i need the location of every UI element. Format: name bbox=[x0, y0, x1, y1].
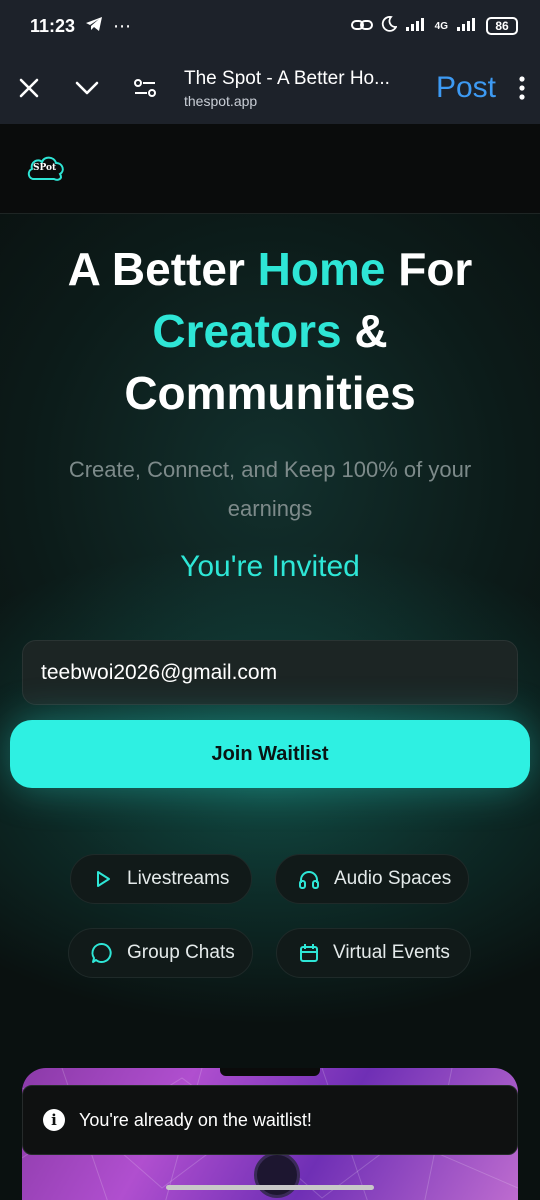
join-waitlist-button[interactable]: Join Waitlist bbox=[10, 720, 530, 788]
toast-message: You're already on the waitlist! bbox=[79, 1109, 312, 1130]
preview-avatar bbox=[254, 1152, 300, 1198]
feature-label: Virtual Events bbox=[333, 942, 450, 963]
tune-icon bbox=[134, 79, 156, 97]
headline-text: For bbox=[385, 243, 473, 295]
close-button[interactable] bbox=[0, 58, 58, 118]
battery-indicator: 86 bbox=[486, 17, 518, 35]
feature-audio-spaces[interactable]: Audio Spaces bbox=[275, 854, 469, 904]
hero-headline: A Better Home For Creators & Communities bbox=[20, 238, 520, 424]
site-settings-button[interactable] bbox=[116, 58, 174, 118]
moon-icon bbox=[381, 15, 398, 37]
link-icon bbox=[350, 16, 373, 37]
page-title: The Spot - A Better Ho... bbox=[184, 67, 390, 89]
chevron-down-icon bbox=[75, 81, 99, 95]
headline-accent: Creators bbox=[152, 305, 342, 357]
feature-label: Group Chats bbox=[127, 942, 235, 963]
play-icon bbox=[97, 871, 110, 887]
feature-group-chats[interactable]: Group Chats bbox=[68, 928, 253, 978]
logo-text: SPot bbox=[33, 162, 57, 173]
feature-livestreams[interactable]: Livestreams bbox=[70, 854, 252, 904]
headline-text: A Better bbox=[67, 243, 258, 295]
feature-label: Livestreams bbox=[127, 868, 230, 889]
hero-section: A Better Home For Creators & Communities… bbox=[0, 214, 540, 1200]
collapse-button[interactable] bbox=[58, 58, 116, 118]
headphones-icon bbox=[299, 871, 319, 889]
chat-bubble-icon bbox=[91, 943, 112, 963]
feature-label: Audio Spaces bbox=[334, 868, 452, 889]
network-type: 4G bbox=[434, 20, 448, 32]
headline-accent: Home bbox=[257, 243, 386, 295]
home-indicator[interactable] bbox=[166, 1185, 374, 1190]
status-bar: 11:23 ⋯ 4G 86 bbox=[0, 0, 540, 52]
logo[interactable]: SPot bbox=[26, 153, 66, 185]
invited-heading: You're Invited bbox=[180, 550, 360, 583]
headline-text: Communities bbox=[124, 367, 416, 419]
more-vert-icon bbox=[519, 76, 525, 100]
toast-notification: i You're already on the waitlist! bbox=[22, 1085, 518, 1155]
more-options-button[interactable] bbox=[504, 76, 540, 100]
status-time: 11:23 bbox=[30, 15, 76, 36]
close-icon bbox=[19, 78, 39, 98]
post-button[interactable]: Post bbox=[428, 71, 504, 105]
signal-icon bbox=[405, 16, 427, 37]
preview-phone-notch bbox=[220, 1068, 320, 1076]
hero-subtitle: Create, Connect, and Keep 100% of your e… bbox=[68, 457, 472, 521]
signal-icon-2 bbox=[456, 16, 478, 37]
page-url: thespot.app bbox=[184, 92, 258, 109]
info-icon: i bbox=[43, 1109, 65, 1131]
telegram-icon bbox=[85, 16, 103, 37]
email-input[interactable] bbox=[22, 640, 518, 705]
page-title-area[interactable]: The Spot - A Better Ho... thespot.app bbox=[174, 68, 428, 109]
calendar-icon bbox=[300, 944, 318, 962]
feature-virtual-events[interactable]: Virtual Events bbox=[276, 928, 471, 978]
more-notifications-icon: ⋯ bbox=[113, 15, 133, 36]
headline-text: & bbox=[341, 305, 388, 357]
site-header: SPot bbox=[0, 124, 540, 214]
browser-toolbar: The Spot - A Better Ho... thespot.app Po… bbox=[0, 52, 540, 124]
